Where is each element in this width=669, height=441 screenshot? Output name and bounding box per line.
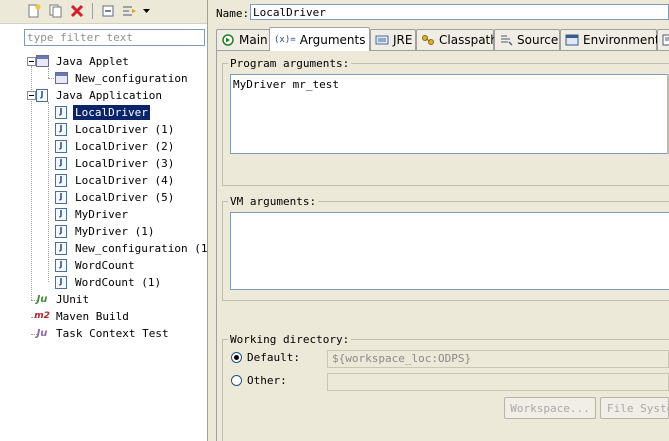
other-radio[interactable] xyxy=(231,375,242,386)
tree-item-label: LocalDriver (5) xyxy=(75,190,175,204)
junit-icon: Ju xyxy=(36,293,48,305)
dropdown-arrow-icon[interactable] xyxy=(141,3,151,19)
tree-node-java-application[interactable]: J Java Application xyxy=(35,87,164,103)
tab-label: Classpath xyxy=(439,33,498,47)
config-name-input[interactable] xyxy=(250,4,669,20)
tree-item-new-configuration-1[interactable]: J New_configuration (1) xyxy=(54,240,216,256)
jre-tab-icon xyxy=(375,33,389,47)
tree-item-label: WordCount xyxy=(75,258,135,272)
tree-item-localdriver[interactable]: J LocalDriver xyxy=(54,104,150,120)
tree-item-label: LocalDriver (4) xyxy=(75,173,175,187)
tree-item-wordcount[interactable]: J WordCount xyxy=(54,257,137,273)
tab-label: Source xyxy=(517,33,559,47)
tree-node-task-context-test[interactable]: Ju Task Context Test xyxy=(35,325,171,341)
tab-environment[interactable]: Environment xyxy=(560,29,660,50)
other-label: Other: xyxy=(247,374,287,387)
java-app-icon: J xyxy=(54,224,68,238)
tree-node-label: JUnit xyxy=(56,292,90,306)
tree-item-label: MyDriver (1) xyxy=(75,224,155,238)
default-directory-field: ${workspace_loc:ODPS} xyxy=(327,350,669,368)
name-label: Name: xyxy=(216,7,250,20)
task-context-icon: Ju xyxy=(36,327,48,339)
java-app-icon: J xyxy=(54,122,68,136)
java-app-icon: J xyxy=(54,173,68,187)
applet-icon xyxy=(54,72,68,85)
tree-node-java-applet[interactable]: Java Applet xyxy=(35,53,131,69)
new-config-icon[interactable] xyxy=(26,3,42,19)
tree-item-label: New_configuration xyxy=(75,71,188,85)
java-app-icon: J xyxy=(54,207,68,221)
java-app-icon: J xyxy=(54,139,68,153)
other-directory-field[interactable] xyxy=(327,373,669,391)
tree-item-label: WordCount (1) xyxy=(75,275,162,289)
java-app-icon: J xyxy=(54,241,68,255)
tab-arguments[interactable]: (x)= Arguments xyxy=(269,27,370,51)
tab-label: Main xyxy=(239,33,268,47)
java-app-icon: J xyxy=(54,258,68,272)
tree-item-label: LocalDriver (2) xyxy=(75,139,175,153)
collapse-all-icon[interactable] xyxy=(100,3,116,19)
tree-item-mydriver-1[interactable]: J MyDriver (1) xyxy=(54,223,156,239)
duplicate-icon[interactable] xyxy=(48,3,64,19)
tree-item-mydriver[interactable]: J MyDriver xyxy=(54,206,130,222)
vm-arguments-textarea[interactable] xyxy=(230,212,669,290)
tab-label: Arguments xyxy=(299,32,366,47)
tab-classpath[interactable]: Classpath xyxy=(416,29,498,50)
delete-icon[interactable] xyxy=(69,3,85,19)
java-app-icon: J xyxy=(54,105,68,119)
tree-item-localdriver-1[interactable]: J LocalDriver (1) xyxy=(54,121,176,137)
tab-label: Environment xyxy=(583,33,660,47)
working-directory-title: Working directory: xyxy=(228,333,352,346)
program-arguments-title: Program arguments: xyxy=(228,57,352,70)
tree-node-junit[interactable]: Ju JUnit xyxy=(35,291,91,307)
tree-item-localdriver-3[interactable]: J LocalDriver (3) xyxy=(54,155,176,171)
file-system-button[interactable]: File System... xyxy=(600,397,669,419)
tree-item-localdriver-4[interactable]: J LocalDriver (4) xyxy=(54,172,176,188)
tree-item-new-configuration[interactable]: New_configuration xyxy=(54,70,190,86)
java-app-icon: J xyxy=(54,156,68,170)
toolbar-separator xyxy=(92,3,93,19)
main-tab-icon xyxy=(221,33,235,47)
left-toolbar xyxy=(0,0,207,24)
maven-icon: m2 xyxy=(34,311,50,321)
common-tab-icon xyxy=(660,33,669,47)
tab-main[interactable]: Main xyxy=(216,29,270,50)
tab-label: JRE xyxy=(393,33,413,47)
tree-node-maven-build[interactable]: m2 Maven Build xyxy=(34,308,131,324)
tree-node-label: Java Applet xyxy=(56,54,129,68)
tree-line xyxy=(48,102,49,282)
tree-item-label: New_configuration (1) xyxy=(75,241,215,255)
tree-node-label: Maven Build xyxy=(56,309,129,323)
tree-item-label: LocalDriver (3) xyxy=(75,156,175,170)
tab-jre[interactable]: JRE xyxy=(370,29,416,50)
tree-line xyxy=(48,68,49,78)
tab-overflow[interactable] xyxy=(657,29,669,50)
tree-item-wordcount-1[interactable]: J WordCount (1) xyxy=(54,274,163,290)
arguments-tab-icon: (x)= xyxy=(274,34,296,45)
source-tab-icon xyxy=(499,33,513,47)
java-app-icon: J xyxy=(54,190,68,204)
tree-line xyxy=(31,66,32,300)
java-app-icon: J xyxy=(35,88,49,102)
java-app-icon: J xyxy=(54,275,68,289)
tree-node-label: Task Context Test xyxy=(56,326,169,340)
environment-tab-icon xyxy=(565,33,579,47)
tree-item-label: LocalDriver xyxy=(73,104,150,120)
tree-item-localdriver-5[interactable]: J LocalDriver (5) xyxy=(54,189,176,205)
vm-arguments-title: VM arguments: xyxy=(228,195,319,208)
filter-input[interactable] xyxy=(24,29,205,46)
applet-icon xyxy=(35,55,49,68)
program-arguments-textarea[interactable]: MyDriver mr_test xyxy=(230,74,669,154)
tree-item-label: LocalDriver (1) xyxy=(75,122,175,136)
tree-node-label: Java Application xyxy=(56,88,162,102)
workspace-button[interactable]: Workspace... xyxy=(504,397,596,419)
default-radio[interactable] xyxy=(231,352,242,363)
filter-icon[interactable] xyxy=(122,3,138,19)
default-label: Default: xyxy=(247,351,300,364)
classpath-tab-icon xyxy=(421,33,435,47)
tree-item-label: MyDriver xyxy=(75,207,128,221)
tree-item-localdriver-2[interactable]: J LocalDriver (2) xyxy=(54,138,176,154)
tab-source[interactable]: Source xyxy=(494,29,560,50)
